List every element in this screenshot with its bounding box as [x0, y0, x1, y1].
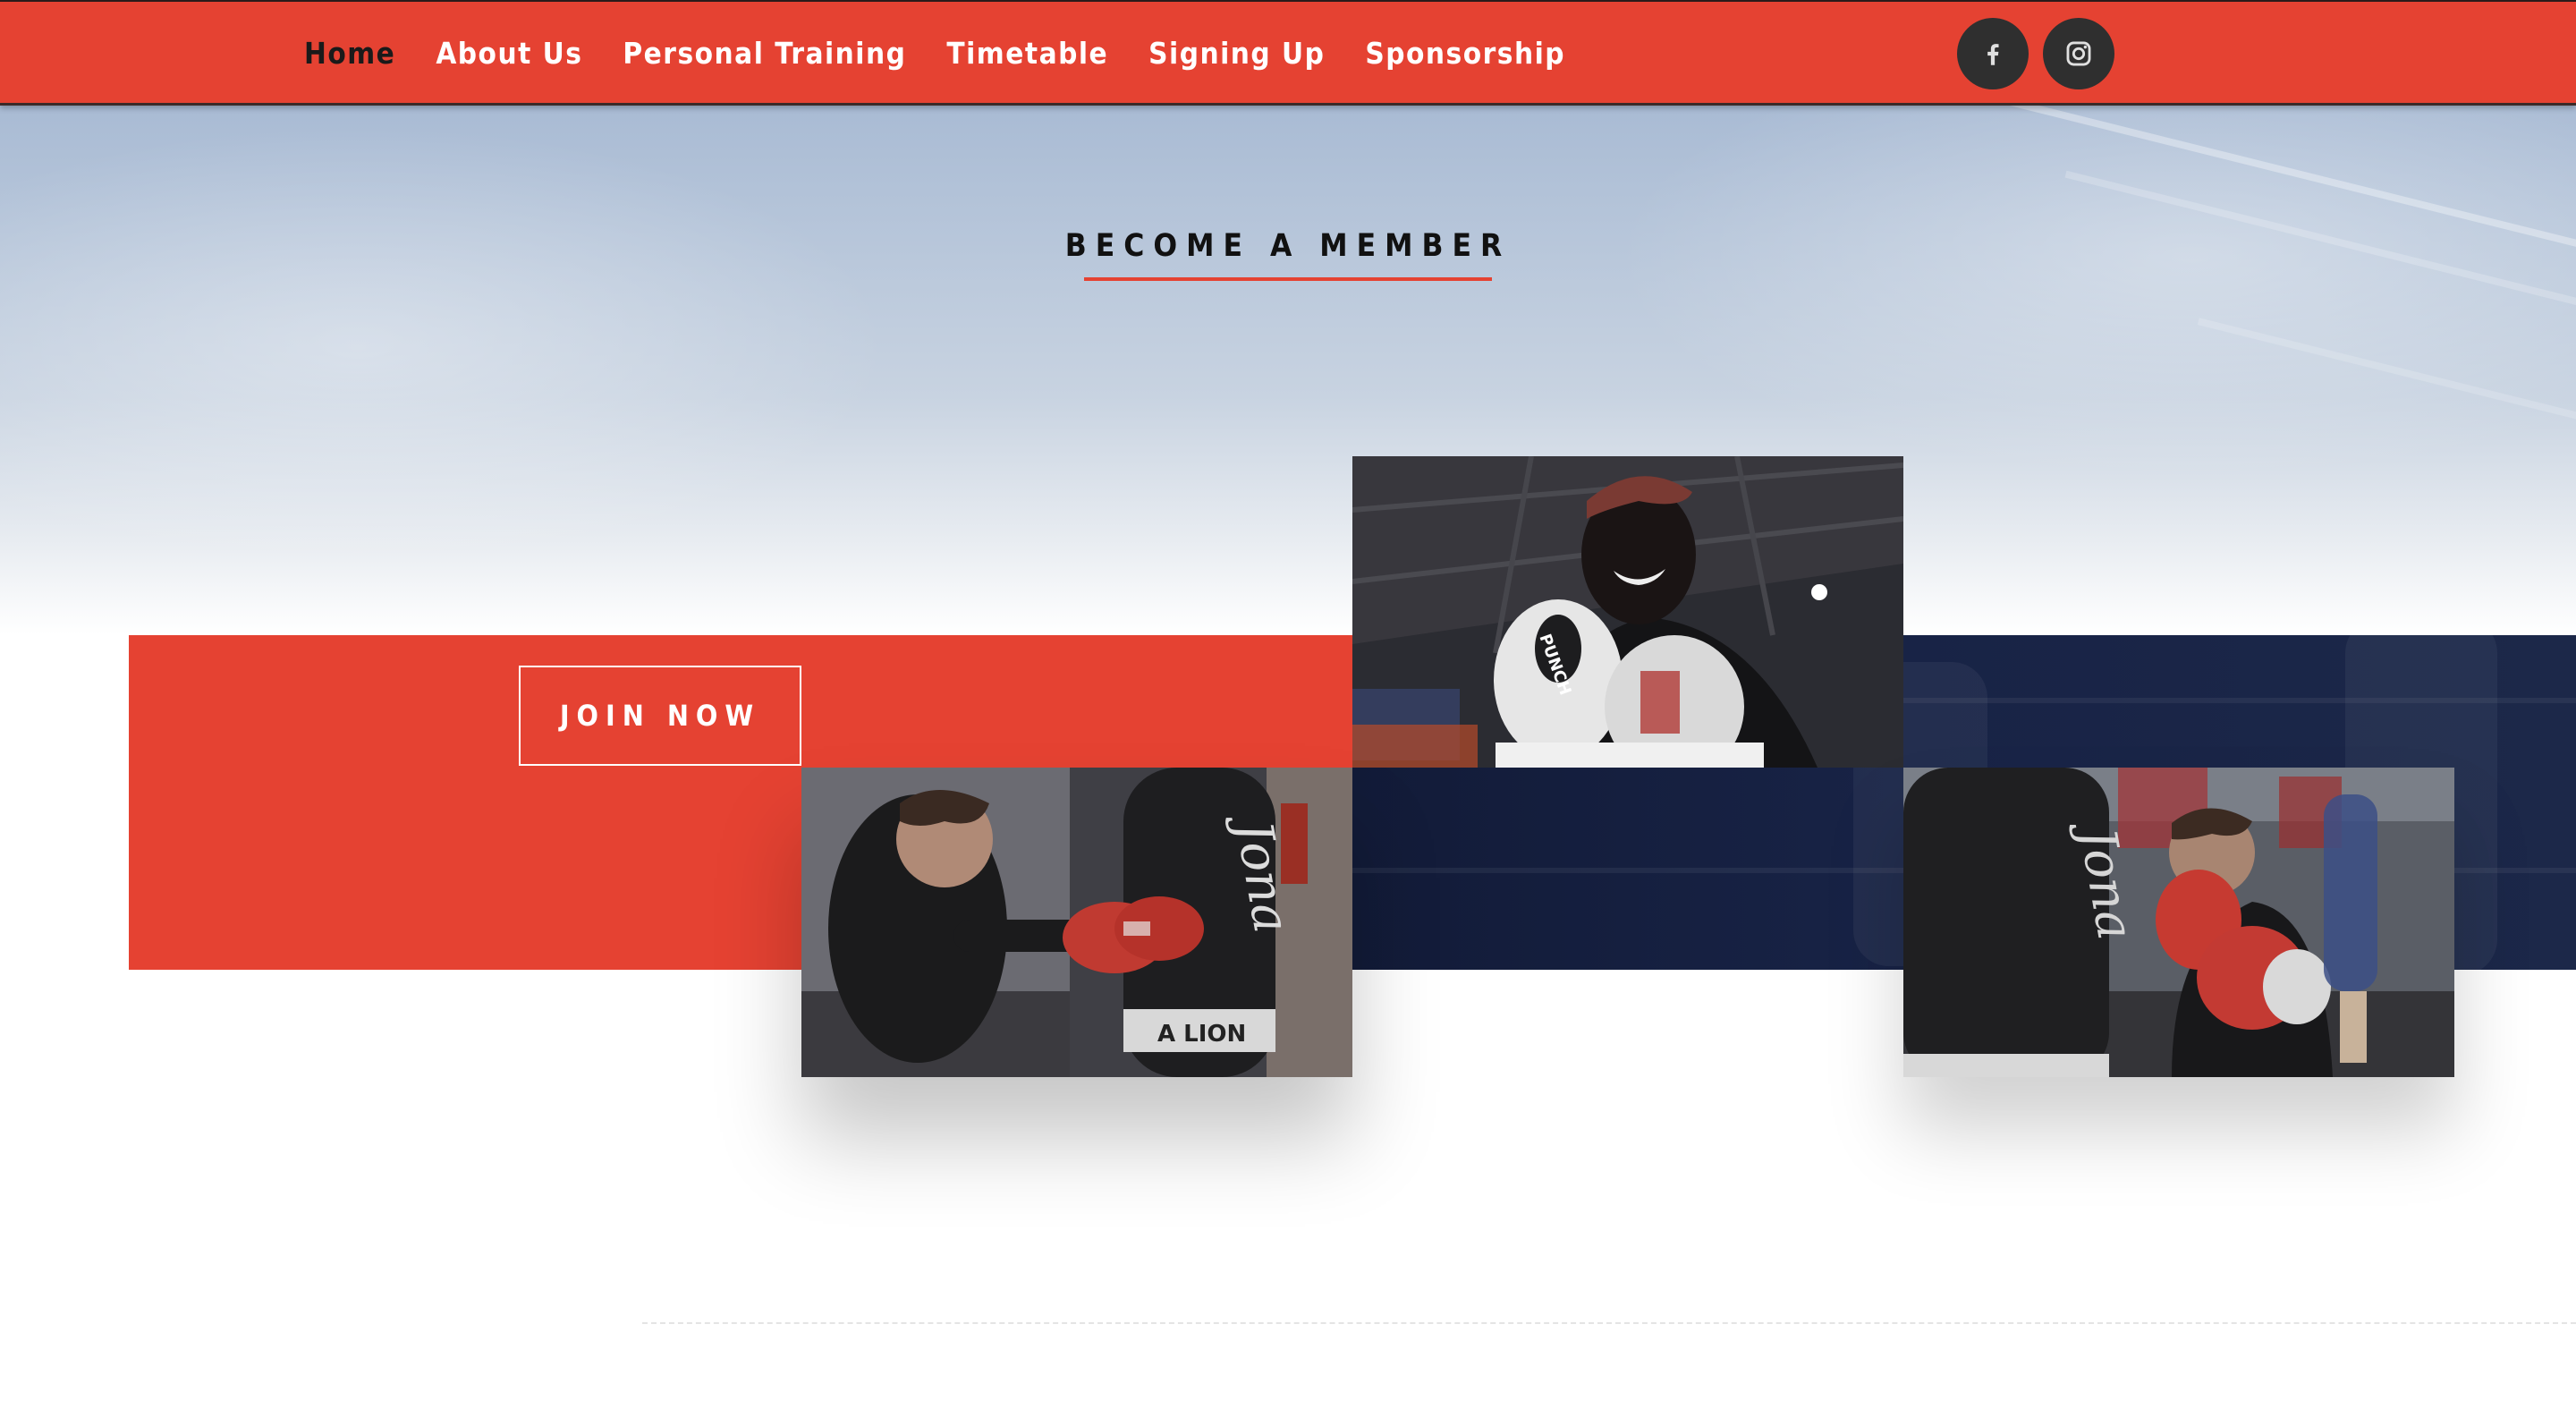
main-nav: Home About Us Personal Training Timetabl… [304, 2, 1606, 104]
top-navbar: Home About Us Personal Training Timetabl… [0, 0, 2576, 106]
nav-item-personal-training[interactable]: Personal Training [623, 36, 906, 71]
hero-haze [0, 123, 894, 571]
photo-boy-punching-bag: A LION Jona [801, 768, 1352, 1077]
hero-background [0, 106, 2576, 635]
section-divider [642, 1322, 2576, 1324]
nav-item-timetable[interactable]: Timetable [946, 36, 1108, 71]
nav-item-sponsorship[interactable]: Sponsorship [1365, 36, 1565, 71]
nav-item-signing-up[interactable]: Signing Up [1148, 36, 1325, 71]
section-title: BECOME A MEMBER [1064, 228, 1512, 265]
instagram-link[interactable] [2043, 18, 2114, 89]
bag-text: A LION [1157, 1021, 1246, 1048]
photo-fighter-white-gloves: PUNCH [1352, 456, 1903, 768]
join-now-button[interactable]: JOIN NOW [519, 666, 801, 766]
nav-item-about-us[interactable]: About Us [436, 36, 582, 71]
hero-haze [1610, 106, 2576, 481]
page: Home About Us Personal Training Timetabl… [0, 0, 2576, 1409]
facebook-link[interactable] [1957, 18, 2029, 89]
photo-boy-red-gloves: Jona [1903, 768, 2454, 1077]
nav-item-home[interactable]: Home [304, 36, 395, 71]
instagram-icon [2066, 41, 2091, 66]
facebook-icon [1987, 44, 1999, 65]
title-underline [1084, 277, 1492, 281]
